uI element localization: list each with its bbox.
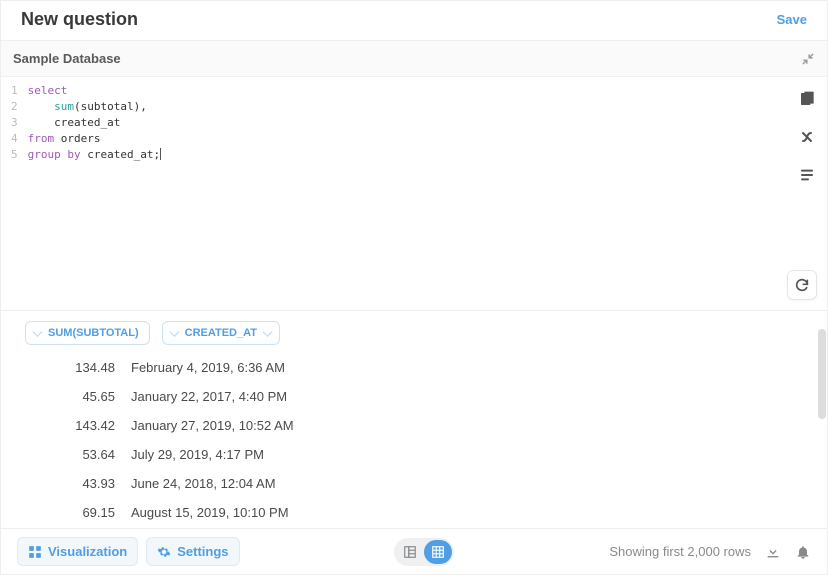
download-icon[interactable] <box>765 544 781 560</box>
cell-date: January 22, 2017, 4:40 PM <box>129 389 287 404</box>
line-number: 5 <box>11 147 18 163</box>
cell-date: August 15, 2019, 10:10 PM <box>129 505 289 520</box>
line-number: 1 <box>11 83 18 99</box>
page-title: New question <box>21 9 138 30</box>
cell-value: 43.93 <box>1 476 129 491</box>
gear-icon <box>157 545 171 559</box>
cell-value: 53.64 <box>1 447 129 462</box>
cell-value: 45.65 <box>1 389 129 404</box>
table-row[interactable]: 53.64July 29, 2019, 4:17 PM <box>1 440 815 469</box>
grid-icon <box>28 545 42 559</box>
sql-editor[interactable]: select sum(subtotal), created_at from or… <box>24 77 169 310</box>
data-reference-icon[interactable] <box>797 89 817 109</box>
table-row[interactable]: 143.42January 27, 2019, 10:52 AM <box>1 411 815 440</box>
view-toggle-table[interactable] <box>424 540 452 564</box>
line-number: 4 <box>11 131 18 147</box>
cell-date: January 27, 2019, 10:52 AM <box>129 418 294 433</box>
column-header-created-at[interactable]: CREATED_AT <box>162 321 280 345</box>
settings-button[interactable]: Settings <box>146 537 239 566</box>
view-toggle-detail[interactable] <box>396 540 424 564</box>
cell-value: 143.42 <box>1 418 129 433</box>
database-selector[interactable]: Sample Database <box>13 51 121 66</box>
results-rows: 134.48February 4, 2019, 6:36 AM 45.65Jan… <box>1 353 827 527</box>
save-button[interactable]: Save <box>777 12 807 27</box>
visualization-button[interactable]: Visualization <box>17 537 138 566</box>
table-row[interactable]: 134.48February 4, 2019, 6:36 AM <box>1 353 815 382</box>
column-header-sum-subtotal[interactable]: SUM(SUBTOTAL) <box>25 321 150 345</box>
results-panel: SUM(SUBTOTAL) CREATED_AT 134.48February … <box>1 311 827 528</box>
table-row[interactable]: 43.93June 24, 2018, 12:04 AM <box>1 469 815 498</box>
sql-editor-panel: Sample Database 1 2 3 4 5 select sum(sub… <box>1 40 827 311</box>
cell-date: June 24, 2018, 12:04 AM <box>129 476 276 491</box>
table-row[interactable]: 69.15August 15, 2019, 10:10 PM <box>1 498 815 527</box>
table-row[interactable]: 45.65January 22, 2017, 4:40 PM <box>1 382 815 411</box>
view-toggle <box>394 538 454 566</box>
variables-icon[interactable] <box>797 127 817 147</box>
run-query-button[interactable] <box>787 270 817 300</box>
contract-icon[interactable] <box>801 52 815 66</box>
visualization-label: Visualization <box>48 544 127 559</box>
row-count-status: Showing first 2,000 rows <box>609 544 751 559</box>
line-number: 2 <box>11 99 18 115</box>
snippets-icon[interactable] <box>797 165 817 185</box>
page-header: New question Save <box>1 1 827 40</box>
cell-date: July 29, 2019, 4:17 PM <box>129 447 264 462</box>
line-number: 3 <box>11 115 18 131</box>
bell-icon[interactable] <box>795 544 811 560</box>
settings-label: Settings <box>177 544 228 559</box>
cell-value: 134.48 <box>1 360 129 375</box>
line-gutter: 1 2 3 4 5 <box>1 77 24 310</box>
cell-value: 69.15 <box>1 505 129 520</box>
footer-bar: Visualization Settings Showing first 2,0… <box>1 528 827 574</box>
scrollbar[interactable] <box>818 329 826 419</box>
cell-date: February 4, 2019, 6:36 AM <box>129 360 285 375</box>
